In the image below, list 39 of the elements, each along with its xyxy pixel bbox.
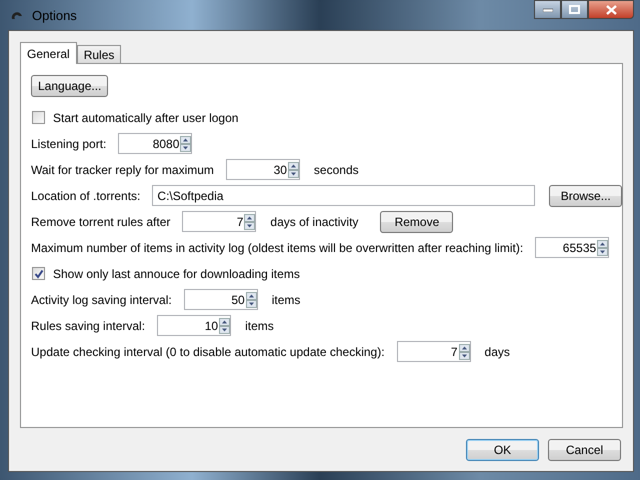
field-label: Rules saving interval:	[31, 318, 146, 332]
dialog-button[interactable]: OK	[466, 439, 539, 461]
checkbox[interactable]	[32, 267, 45, 280]
number-spinner[interactable]: 10	[157, 315, 232, 336]
dialog-button[interactable]: Cancel	[548, 439, 621, 461]
field-label: Listening port:	[31, 136, 106, 150]
number-spinner[interactable]: 7	[396, 341, 471, 362]
language-button[interactable]: Language...	[31, 75, 108, 97]
unit-label: days of inactivity	[270, 214, 358, 228]
minimize-icon	[542, 8, 552, 12]
remove-button[interactable]: Remove	[380, 210, 454, 232]
browse-button[interactable]: Browse...	[549, 184, 622, 206]
unit-label: items	[272, 292, 300, 306]
field-label: Activity log saving interval:	[31, 292, 172, 306]
number-spinner[interactable]: 8080	[118, 133, 192, 154]
unit-label: days	[484, 344, 510, 358]
field-label: Remove torrent rules after	[31, 214, 170, 228]
maximize-icon	[569, 5, 580, 14]
field-label: Update checking interval (0 to disable automatic update checking):	[31, 344, 385, 358]
close-button[interactable]	[588, 0, 634, 19]
field-label: Location of .torrents:	[31, 188, 140, 202]
number-spinner[interactable]: 50	[184, 289, 258, 310]
field-label: Wait for tracker reply for maximum	[31, 162, 214, 176]
unit-label: seconds	[314, 162, 359, 176]
checkbox[interactable]	[32, 111, 45, 124]
unit-label: items	[245, 318, 274, 332]
close-icon	[606, 4, 616, 14]
minimize-button[interactable]	[534, 0, 561, 19]
checkbox-label: Show only last annouce for downloading items	[53, 266, 300, 280]
tab[interactable]: General	[20, 42, 77, 64]
number-spinner[interactable]: 65535	[535, 237, 610, 258]
checkbox-label: Start automatically after user logon	[53, 110, 238, 124]
path-field[interactable]: C:\Softpedia	[152, 185, 536, 206]
window-title: Options	[32, 8, 77, 22]
maximize-button[interactable]	[561, 0, 588, 19]
tab[interactable]: Rules	[76, 45, 122, 63]
field-label: Maximum number of items in activity log (oldest items will be overwritten after reaching limit):	[31, 240, 524, 254]
number-spinner[interactable]: 30	[226, 159, 300, 180]
number-spinner[interactable]: 7	[182, 211, 256, 232]
